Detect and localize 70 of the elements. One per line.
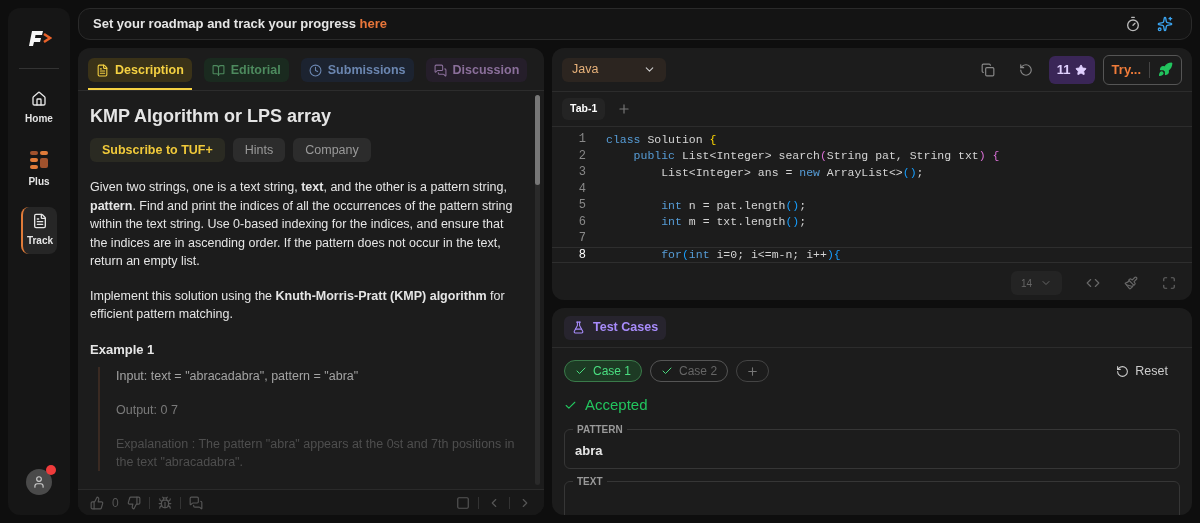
banner-text: Set your roadmap and track your progress here <box>93 15 388 34</box>
sparkle-icon[interactable] <box>1157 16 1173 32</box>
test-cases-tab[interactable]: Test Cases <box>564 315 667 340</box>
square-icon[interactable] <box>456 495 470 510</box>
line-number: 3 <box>577 164 586 182</box>
logo-icon <box>26 28 52 48</box>
line-number: 4 <box>577 180 586 198</box>
thumbs-up-icon[interactable] <box>90 495 104 510</box>
add-tab-icon[interactable] <box>617 102 632 116</box>
code-line: int n = pat.length(); <box>660 197 807 214</box>
fullscreen-icon[interactable] <box>1162 276 1176 290</box>
banner-link[interactable]: here <box>359 16 388 32</box>
reset-icon[interactable] <box>1018 62 1033 77</box>
language-dropdown[interactable]: Java <box>562 57 666 82</box>
example-line: Output: 0 7 <box>116 402 179 419</box>
like-count: 0 <box>112 494 119 512</box>
line-number: 7 <box>577 230 586 248</box>
line-number: 6 <box>577 213 586 231</box>
chip-button[interactable]: Hints <box>232 138 286 162</box>
chip-button[interactable]: Subscribe to TUF+ <box>90 138 225 162</box>
problem-title: KMP Algorithm or LPS array <box>90 105 333 128</box>
reset-button[interactable]: Reset <box>1116 361 1168 381</box>
line-number: 5 <box>577 197 586 215</box>
rocket-icon <box>1158 62 1173 77</box>
line-number: 1 <box>577 131 586 149</box>
chat-icon[interactable] <box>188 495 203 510</box>
description-icon <box>96 63 109 77</box>
tab[interactable]: Editorial <box>203 58 289 82</box>
reset-icon <box>1116 364 1130 378</box>
field-value: abra <box>575 441 603 460</box>
description-paragraph: Given two strings, one is a text string, text, and the other is a pattern string, pattern. Find and print the indices of all the occurrences of the pattern string within the text string. Use 0-based indexing for the indices, and ensure that the indices are in ascending order. If the pattern does not occur in the text, return an empty list. <box>90 179 514 270</box>
code-line: int m = txt.length(); <box>660 214 807 231</box>
code-icon[interactable] <box>1086 276 1100 290</box>
tab[interactable]: Submissions <box>300 58 414 82</box>
document-icon <box>32 213 48 229</box>
code-line: class Solution { <box>606 131 717 148</box>
avatar[interactable] <box>26 469 52 495</box>
code-line: List<Integer> ans = new ArrayList<>(); <box>660 164 924 181</box>
submissions-icon <box>308 63 322 77</box>
streak-badge[interactable]: 11 <box>1048 55 1095 84</box>
user-icon <box>32 475 46 489</box>
try-button[interactable]: Try... <box>1102 54 1182 85</box>
code-line: public List<Integer> search(String pat, String txt) { <box>632 148 1000 165</box>
sidebar-item[interactable]: Home <box>21 85 57 132</box>
example-heading: Example 1 <box>90 340 156 359</box>
editor-tab[interactable]: Tab-1 <box>562 98 606 120</box>
example-line: Input: text = "abracadabra", pattern = "abra" <box>116 368 360 385</box>
editorial-icon <box>211 63 225 77</box>
tab[interactable]: Discussion <box>425 58 528 82</box>
code-line: for(int i=0; i<=m-n; i++){ <box>660 247 841 264</box>
paintbrush-icon[interactable] <box>1124 276 1138 290</box>
check-icon <box>575 365 587 377</box>
line-number: 8 <box>577 246 586 264</box>
star-icon <box>1074 63 1087 76</box>
sidebar-item[interactable]: Plus <box>21 144 57 195</box>
description-paragraph: Implement this solution using the Knuth-Morris-Pratt (KMP) algorithm for efficient pattern matching. <box>90 287 506 323</box>
status-text: Accepted <box>585 395 648 415</box>
thumbs-down-icon[interactable] <box>126 495 141 510</box>
flask-icon <box>572 321 585 334</box>
copy-icon[interactable] <box>980 62 995 77</box>
home-icon <box>31 91 47 107</box>
stopwatch-icon[interactable] <box>1125 16 1141 32</box>
bug-icon[interactable] <box>157 495 172 510</box>
discussion-icon <box>433 63 447 77</box>
case-tab[interactable]: Case 1 <box>564 360 643 382</box>
line-number: 2 <box>577 147 586 165</box>
sidebar-item[interactable]: Track <box>21 207 57 254</box>
tab[interactable]: Description <box>88 58 192 82</box>
check-icon <box>661 365 674 377</box>
chip-button[interactable]: Company <box>293 138 371 162</box>
